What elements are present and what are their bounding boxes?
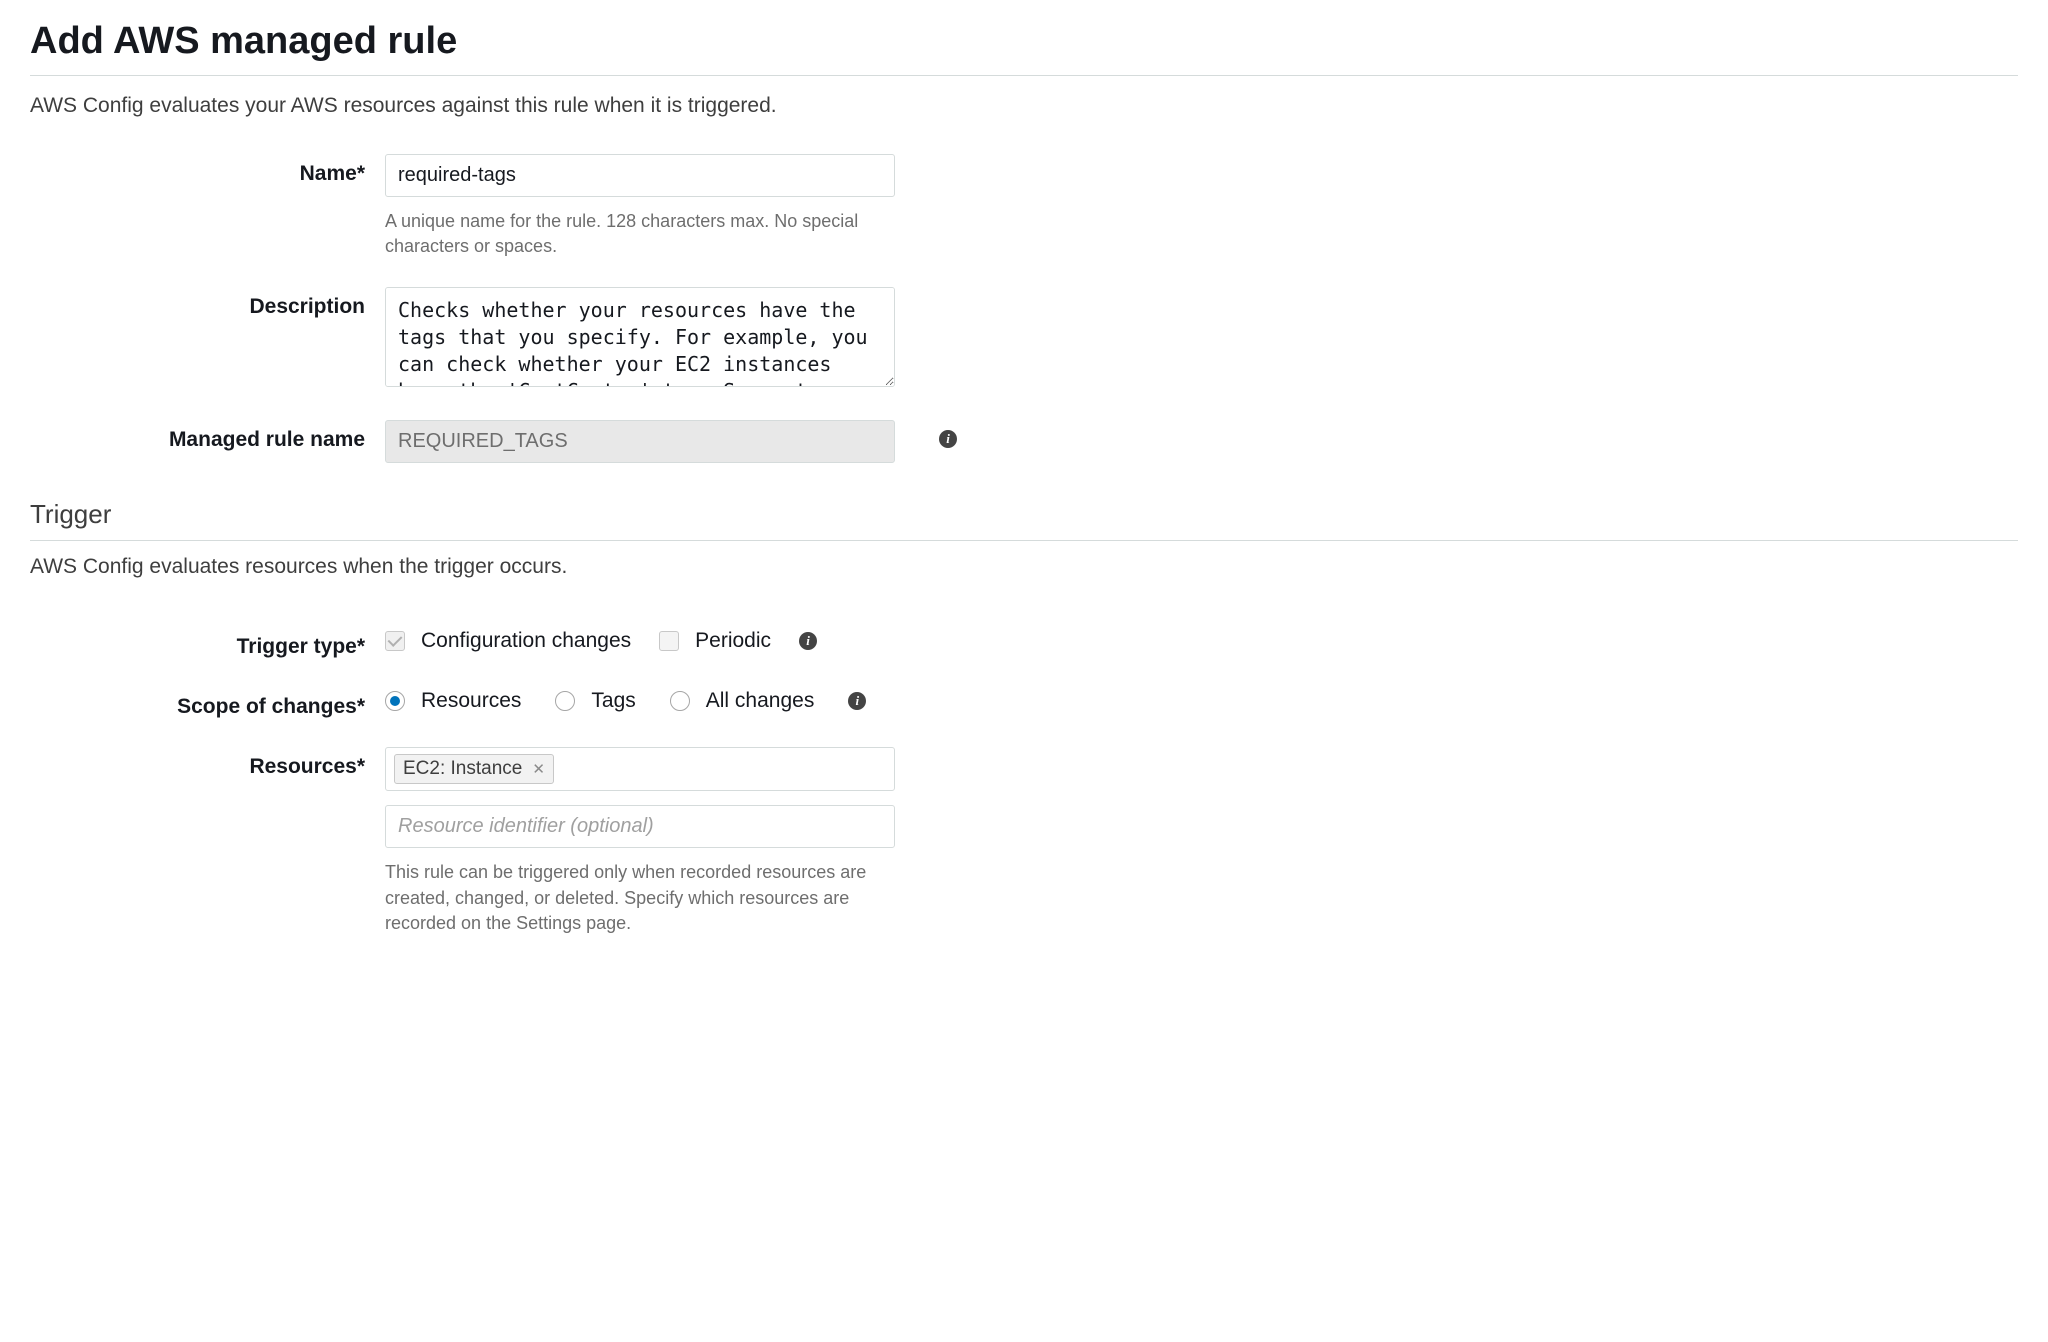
scope-resources-radio[interactable] [385,691,405,711]
form-row-scope-of-changes: Scope of changes* Resources Tags All cha… [30,687,2018,719]
form-row-trigger-type: Trigger type* Configuration changes Peri… [30,627,2018,659]
resources-help-text: This rule can be triggered only when rec… [385,860,885,936]
scope-all-changes-radio[interactable] [670,691,690,711]
description-textarea[interactable] [385,287,895,387]
periodic-label: Periodic [695,629,771,653]
managed-rule-name-input [385,420,895,463]
trigger-section-title: Trigger [30,499,2018,530]
config-changes-checkbox [385,631,405,651]
resource-identifier-input[interactable] [385,805,895,848]
info-icon[interactable]: i [848,692,866,710]
name-help-text: A unique name for the rule. 128 characte… [385,209,885,259]
form-row-managed-rule-name: Managed rule name i [30,420,2018,463]
description-label: Description [249,295,365,318]
scope-tags-radio[interactable] [555,691,575,711]
resources-label: Resources* [249,755,365,778]
page-title: Add AWS managed rule [30,20,2018,63]
resource-tag-label: EC2: Instance [403,758,522,780]
form-row-description: Description [30,287,2018,392]
trigger-section-description: AWS Config evaluates resources when the … [30,555,2018,579]
trigger-section-divider [30,540,2018,541]
periodic-checkbox[interactable] [659,631,679,651]
info-icon[interactable]: i [799,632,817,650]
scope-of-changes-label: Scope of changes* [177,695,365,718]
info-icon[interactable]: i [939,430,957,448]
name-input[interactable] [385,154,895,197]
resource-tag-pill: EC2: Instance ✕ [394,754,554,784]
title-divider [30,75,2018,76]
form-row-resources: Resources* EC2: Instance ✕ This rule can… [30,747,2018,936]
managed-rule-name-label: Managed rule name [169,428,365,451]
form-row-name: Name* A unique name for the rule. 128 ch… [30,154,2018,259]
scope-resources-label: Resources [421,689,521,713]
config-changes-label: Configuration changes [421,629,631,653]
page-description: AWS Config evaluates your AWS resources … [30,94,2018,118]
name-label: Name* [300,162,365,185]
trigger-type-label: Trigger type* [237,635,365,658]
scope-all-changes-label: All changes [706,689,815,713]
scope-tags-label: Tags [591,689,635,713]
close-icon[interactable]: ✕ [532,762,545,777]
resources-tag-input[interactable]: EC2: Instance ✕ [385,747,895,791]
